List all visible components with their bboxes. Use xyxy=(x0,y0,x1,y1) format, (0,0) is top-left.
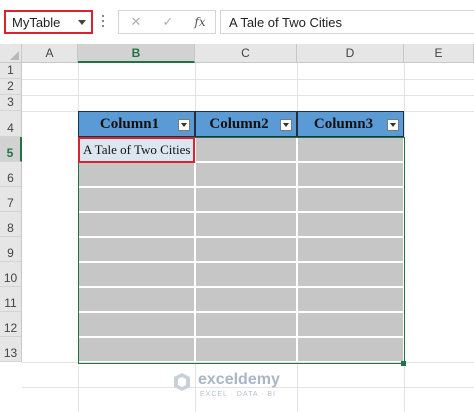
row-header-2[interactable]: 2 xyxy=(0,79,22,95)
name-box[interactable]: MyTable xyxy=(4,10,93,34)
filter-dropdown-icon[interactable] xyxy=(387,119,399,131)
table-header-label: Column3 xyxy=(313,116,374,132)
formula-input[interactable]: A Tale of Two Cities xyxy=(220,10,474,34)
table-header-label: Column1 xyxy=(99,116,160,132)
watermark: exceldemy EXCEL · DATA · BI xyxy=(172,370,322,404)
row-header-5[interactable]: 5 xyxy=(0,137,22,162)
worksheet-grid: A B C D E 1 2 3 4 5 6 7 8 9 10 11 12 13 … xyxy=(0,44,474,412)
table-range-border xyxy=(78,137,405,364)
select-all-button[interactable] xyxy=(0,44,22,63)
row-header-13[interactable]: 13 xyxy=(0,337,22,362)
gridline xyxy=(22,95,474,96)
formula-bar: MyTable ✕ ✓ fx A Tale of Two Cities xyxy=(0,0,474,44)
table-resize-handle[interactable] xyxy=(401,361,406,366)
check-icon[interactable]: ✓ xyxy=(155,11,181,33)
row-header-10[interactable]: 10 xyxy=(0,262,22,287)
row-header-11[interactable]: 11 xyxy=(0,287,22,312)
active-cell-highlight xyxy=(78,137,195,163)
cancel-icon[interactable]: ✕ xyxy=(123,11,149,33)
watermark-brand: exceldemy xyxy=(198,371,280,388)
row-header-3[interactable]: 3 xyxy=(0,95,22,111)
row-header-12[interactable]: 12 xyxy=(0,312,22,337)
row-header-8[interactable]: 8 xyxy=(0,212,22,237)
row-header-4[interactable]: 4 xyxy=(0,111,22,137)
row-header-9[interactable]: 9 xyxy=(0,237,22,262)
table-header-label: Column2 xyxy=(209,116,269,132)
column-header-c[interactable]: C xyxy=(195,44,297,63)
column-header-a[interactable]: A xyxy=(22,44,78,63)
table-header-column1[interactable]: Column1 xyxy=(78,111,195,137)
grip-icon[interactable] xyxy=(101,15,105,29)
name-box-value: MyTable xyxy=(12,15,61,30)
row-header-7[interactable]: 7 xyxy=(0,187,22,212)
gridline xyxy=(22,79,474,80)
formula-buttons: ✕ ✓ fx xyxy=(118,10,216,34)
watermark-tagline: EXCEL · DATA · BI xyxy=(200,391,276,398)
column-header-d[interactable]: D xyxy=(297,44,404,63)
row-header-1[interactable]: 1 xyxy=(0,63,22,79)
formula-input-value: A Tale of Two Cities xyxy=(229,15,342,30)
chevron-down-icon[interactable] xyxy=(78,20,86,25)
filter-dropdown-icon[interactable] xyxy=(280,119,292,131)
exceldemy-logo-icon xyxy=(174,373,190,391)
table-header-column3[interactable]: Column3 xyxy=(297,111,404,137)
table-header-column2[interactable]: Column2 xyxy=(195,111,297,137)
filter-dropdown-icon[interactable] xyxy=(178,119,190,131)
column-header-e[interactable]: E xyxy=(404,44,474,63)
row-header-6[interactable]: 6 xyxy=(0,162,22,187)
insert-function-icon[interactable]: fx xyxy=(187,11,213,33)
column-header-b[interactable]: B xyxy=(78,44,195,63)
